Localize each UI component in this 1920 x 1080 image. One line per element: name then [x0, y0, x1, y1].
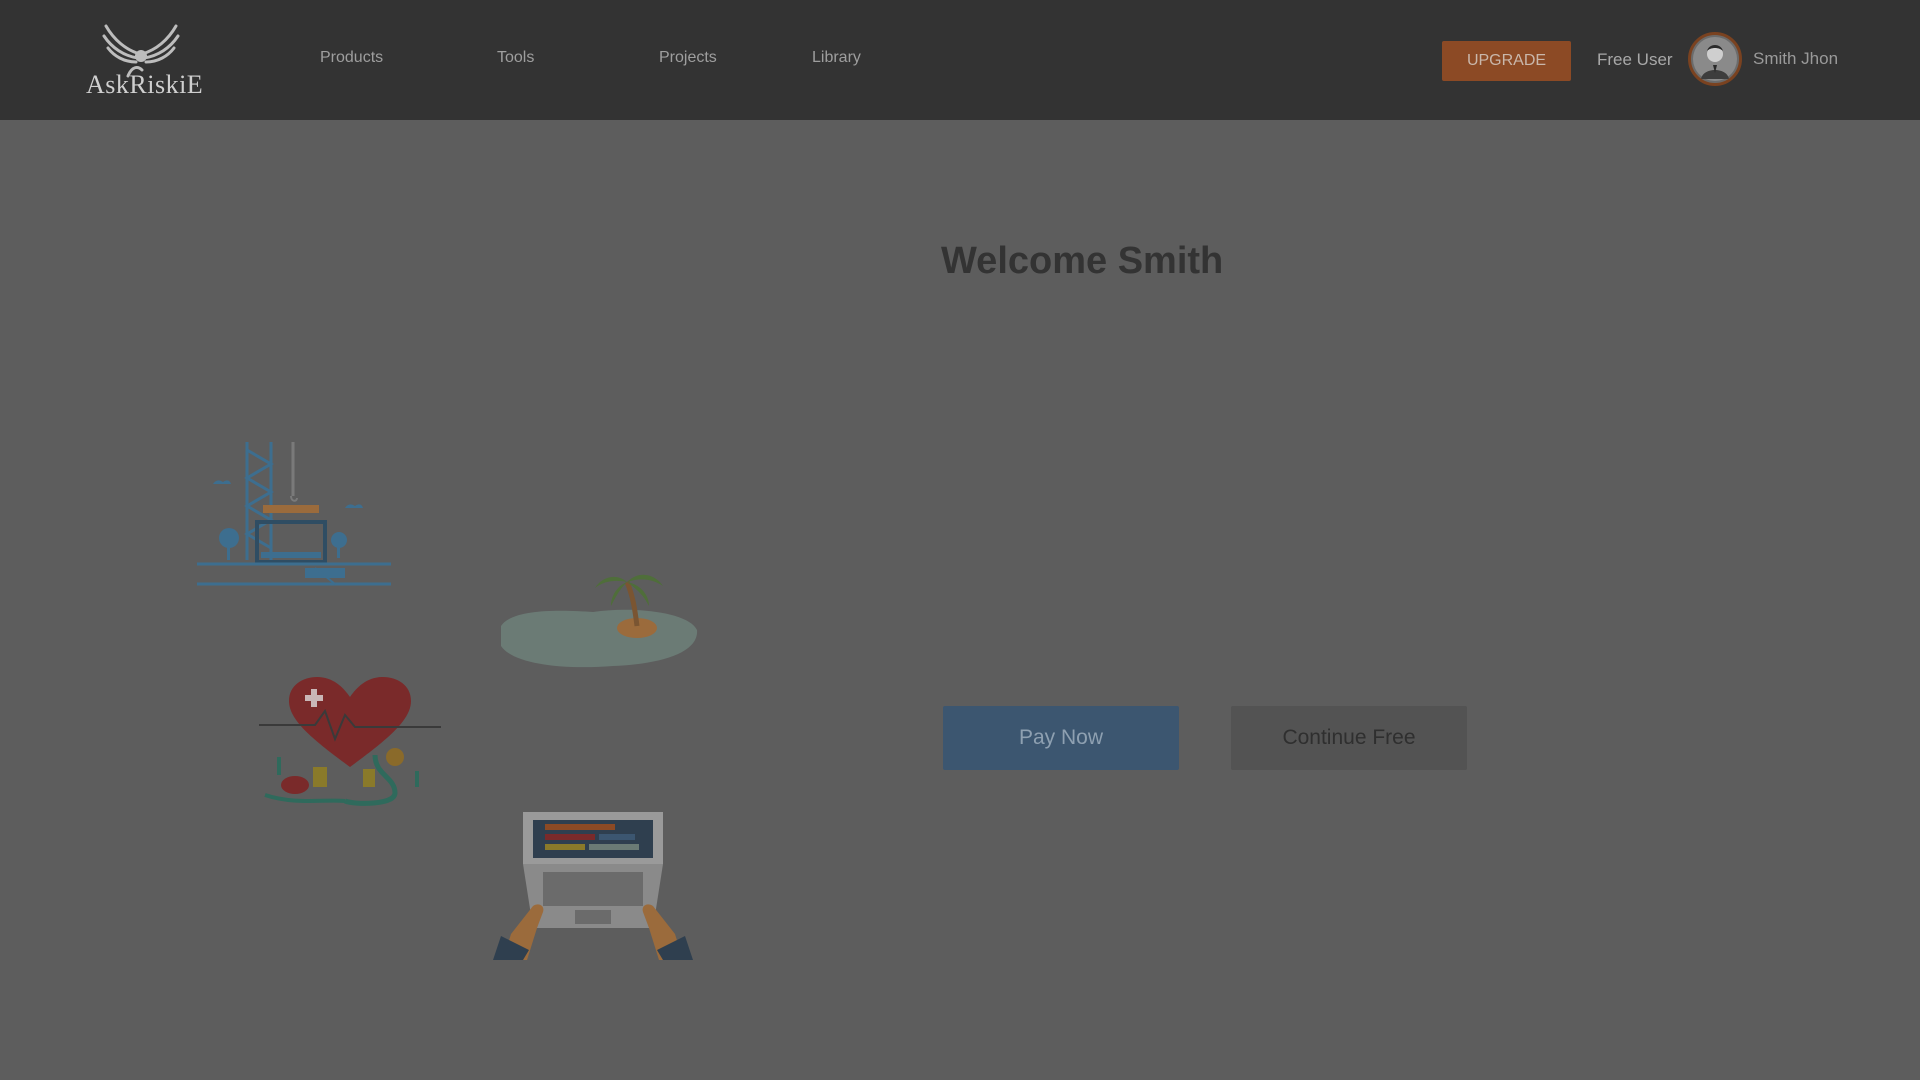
nav-projects[interactable]: Projects [659, 49, 717, 67]
pay-now-button[interactable]: Pay Now [943, 706, 1179, 770]
user-avatar-icon [1693, 37, 1737, 81]
palm-island-illustration [501, 574, 698, 668]
plan-label: Free User [1597, 50, 1673, 69]
logo-text: AskRiskiE [86, 70, 204, 99]
construction-tower-illustration [197, 442, 391, 586]
welcome-heading: Welcome Smith [941, 240, 1224, 282]
nav-products[interactable]: Products [320, 49, 383, 67]
logo[interactable]: AskRiskiE [82, 20, 204, 104]
continue-free-button[interactable]: Continue Free [1231, 706, 1467, 770]
nav-library[interactable]: Library [812, 49, 861, 67]
user-avatar[interactable] [1688, 32, 1742, 86]
upgrade-button[interactable]: UPGRADE [1442, 41, 1571, 81]
laptop-hands-illustration [493, 812, 693, 960]
health-heart-illustration [259, 677, 441, 806]
nav-tools[interactable]: Tools [497, 49, 534, 67]
top-navbar: AskRiskiE Products Tools Projects Librar… [0, 0, 1920, 120]
user-name[interactable]: Smith Jhon [1753, 49, 1838, 69]
